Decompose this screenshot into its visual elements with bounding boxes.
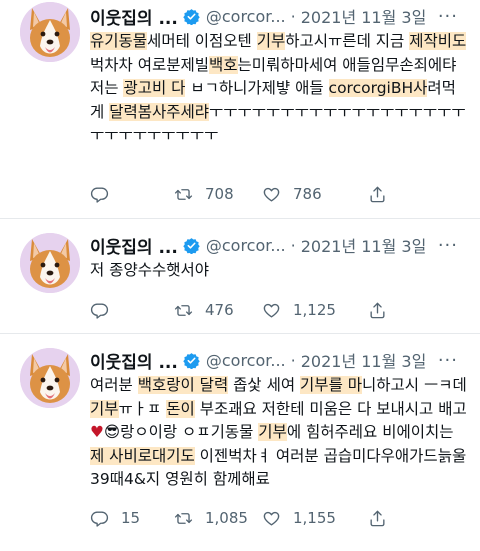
retweet-icon — [174, 301, 193, 320]
share-button[interactable] — [368, 185, 387, 204]
tweet-text: 저 종양수수햇서야 — [90, 259, 470, 283]
text-segment: 벅차차 여로분제빌 — [90, 55, 210, 74]
retweet-count: 708 — [205, 185, 234, 203]
highlighted-text: 백호랑이 달력 — [137, 376, 229, 394]
author-name[interactable]: 이웃집의 ... — [90, 4, 178, 29]
highlighted-text: 백호 — [209, 55, 238, 74]
retweet-count: 476 — [205, 301, 234, 319]
heart-icon — [262, 185, 281, 204]
tweet-date[interactable]: 2021년 11월 3일 — [301, 4, 427, 28]
text-segment: 랑ㅇ이랑 ㅇㅍ기동물 — [120, 423, 259, 441]
text-segment: 에 힘허주레요 비에이치는 — [286, 423, 454, 441]
heart-icon — [262, 301, 281, 320]
tweet-actions: 476 1,125 — [90, 298, 470, 322]
retweet-icon — [174, 185, 193, 204]
text-segment: 하고시ㅠ른데 지금 — [285, 32, 410, 50]
tweet-2[interactable]: 이웃집의 ... @corcor... · 2021년 11월 3일 ··· 저… — [0, 219, 480, 337]
tweet-text: 유기동물세머테 이점오텐 기부하고시ㅠ른데 지금 제작비도 벅차차 여로분제빌백… — [90, 30, 470, 148]
text-segment: 😎 — [103, 423, 121, 441]
text-segment: 좁샃 세여 — [228, 376, 301, 394]
highlighted-text: 제작비도 — [409, 32, 467, 50]
highlighted-text: 돈이 — [166, 399, 195, 418]
tweet-3[interactable]: 이웃집의 ... @corcor... · 2021년 11월 3일 ··· 여… — [0, 334, 480, 551]
tweet-date[interactable]: 2021년 11월 3일 — [301, 348, 427, 372]
separator-dot: · — [290, 6, 296, 26]
share-icon — [368, 185, 387, 204]
like-count: 1,125 — [293, 301, 336, 319]
more-options-icon[interactable]: ··· — [438, 350, 458, 371]
share-button[interactable] — [368, 509, 387, 528]
separator-dot: · — [290, 235, 296, 255]
avatar[interactable] — [20, 2, 80, 62]
retweet-button[interactable]: 476 — [174, 301, 234, 320]
reply-icon — [90, 509, 109, 528]
tweet-date[interactable]: 2021년 11월 3일 — [301, 233, 427, 257]
tweet-header: 이웃집의 ... @corcor... · 2021년 11월 3일 ··· — [90, 233, 470, 258]
text-segment: ♥ — [90, 423, 104, 441]
highlighted-text: 기부 — [90, 399, 119, 418]
highlighted-text: corcorgiBH사 — [328, 79, 428, 97]
text-segment: 머테 이점오텐 — [161, 32, 257, 50]
text-segment: 부조괘요 저한테 미움은 다 보내시고 배고 — [194, 399, 467, 418]
share-icon — [368, 509, 387, 528]
tweet-text: 여러분 백호랑이 달력 좁샃 세여 기부를 마니하고시 ㅡㅋ데 기부ㅠㅏㅍ 돈이… — [90, 374, 470, 492]
tweet-header: 이웃집의 ... @corcor... · 2021년 11월 3일 ··· — [90, 4, 470, 29]
author-handle[interactable]: @corcor... — [206, 7, 286, 26]
text-segment: 니하고시 ㅡㅋ데 — [362, 376, 467, 394]
verified-badge-icon — [183, 8, 200, 25]
text-segment: 저 종양수수햇서야 — [90, 261, 210, 279]
reply-icon — [90, 301, 109, 320]
like-button[interactable]: 1,125 — [262, 301, 336, 320]
verified-badge-icon — [183, 237, 200, 254]
highlighted-text: 달력봄사주세랴 — [109, 102, 210, 121]
text-segment: 세 — [147, 32, 162, 50]
text-segment: ㅠㅏㅍ — [118, 399, 167, 418]
author-name[interactable]: 이웃집의 ... — [90, 233, 178, 258]
retweet-count: 1,085 — [205, 509, 248, 527]
retweet-button[interactable]: 708 — [174, 185, 234, 204]
like-button[interactable]: 786 — [262, 185, 322, 204]
highlighted-text: 유기동물 — [90, 32, 148, 50]
like-count: 1,155 — [293, 509, 336, 527]
tweet-actions: 15 1,085 1,155 — [90, 506, 470, 530]
more-options-icon[interactable]: ··· — [438, 235, 458, 256]
highlighted-text: 기부 — [256, 32, 286, 50]
tweet-actions: 708 786 — [90, 182, 470, 206]
verified-badge-icon — [183, 352, 200, 369]
highlighted-text: 제 사비로대기도 — [90, 446, 195, 465]
heart-icon — [262, 509, 281, 528]
more-options-icon[interactable]: ··· — [438, 6, 458, 27]
highlighted-text: 기부를 마 — [300, 376, 363, 394]
author-name[interactable]: 이웃집의 ... — [90, 348, 178, 373]
retweet-icon — [174, 509, 193, 528]
retweet-button[interactable]: 1,085 — [174, 509, 248, 528]
like-button[interactable]: 1,155 — [262, 509, 336, 528]
author-handle[interactable]: @corcor... — [206, 236, 286, 255]
author-handle[interactable]: @corcor... — [206, 351, 286, 370]
like-count: 786 — [293, 185, 322, 203]
tweet-header: 이웃집의 ... @corcor... · 2021년 11월 3일 ··· — [90, 348, 470, 373]
avatar[interactable] — [20, 348, 80, 408]
highlighted-text: 기부 — [258, 423, 287, 441]
tweet-1[interactable]: 이웃집의 ... @corcor... · 2021년 11월 3일 ··· 유… — [0, 0, 480, 216]
text-segment: ㅂㄱ하니가제뱧 애들 — [185, 79, 329, 97]
text-segment: 여러분 — [90, 376, 138, 394]
reply-count: 15 — [121, 509, 141, 527]
share-icon — [368, 301, 387, 320]
share-button[interactable] — [368, 301, 387, 320]
reply-button[interactable] — [90, 301, 121, 320]
reply-button[interactable] — [90, 185, 121, 204]
avatar[interactable] — [20, 233, 80, 293]
reply-icon — [90, 185, 109, 204]
separator-dot: · — [290, 350, 296, 370]
reply-button[interactable]: 15 — [90, 509, 140, 528]
highlighted-text: 광고비 다 — [123, 79, 186, 97]
